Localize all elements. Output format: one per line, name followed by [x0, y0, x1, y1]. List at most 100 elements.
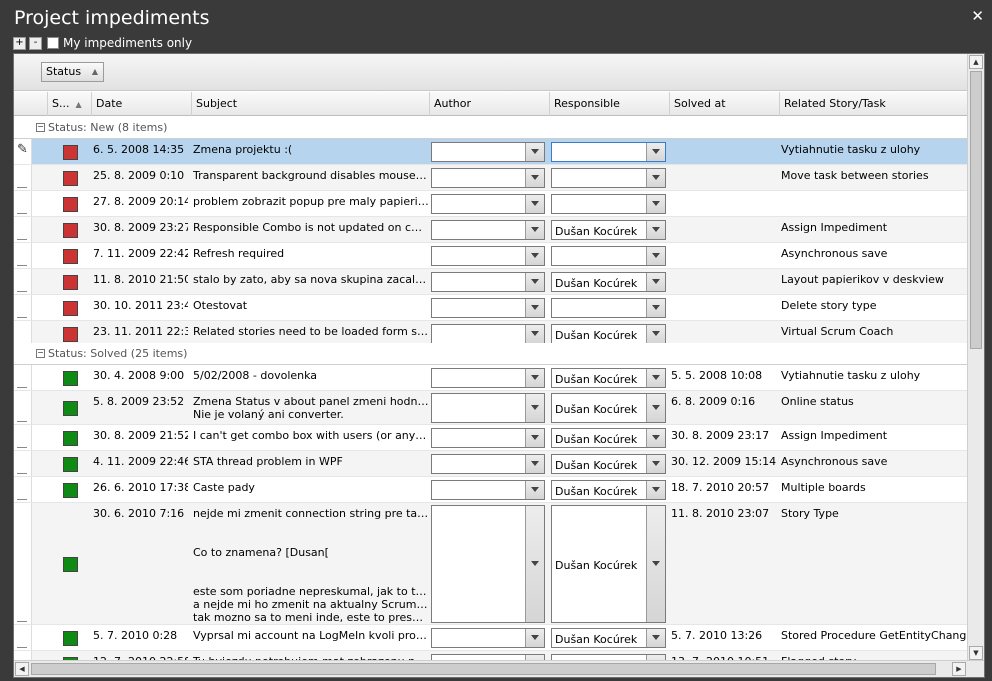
column-header-related-story[interactable]: Related Story/Task: [779, 92, 967, 116]
dropdown-button[interactable]: [525, 247, 544, 265]
row-indicator[interactable]: [14, 391, 32, 424]
related-story-cell[interactable]: Stored Procedure GetEntityChangeLog: [781, 629, 967, 642]
responsible-combo[interactable]: [551, 194, 666, 214]
dropdown-button[interactable]: [525, 629, 544, 647]
responsible-combo[interactable]: Dušan Kocúrek: [551, 220, 666, 240]
close-icon[interactable]: ✕: [971, 9, 984, 24]
author-combo[interactable]: [431, 298, 545, 318]
row-indicator[interactable]: [14, 243, 32, 268]
dropdown-button[interactable]: [525, 506, 544, 622]
horizontal-scrollbar[interactable]: ◀ ▶: [14, 660, 984, 677]
author-combo[interactable]: [431, 628, 545, 648]
dropdown-button[interactable]: [646, 455, 665, 473]
responsible-combo[interactable]: [551, 142, 666, 162]
dropdown-button[interactable]: [525, 143, 544, 161]
author-combo[interactable]: [431, 168, 545, 188]
vertical-scroll-thumb[interactable]: [970, 71, 982, 349]
author-combo[interactable]: [431, 393, 545, 423]
author-combo[interactable]: [431, 454, 545, 474]
responsible-combo[interactable]: Dušan Kocúrek: [551, 393, 666, 423]
responsible-combo[interactable]: Dušan Kocúrek: [551, 505, 666, 623]
related-story-cell[interactable]: Asynchronous save: [781, 455, 967, 468]
dropdown-button[interactable]: [646, 299, 665, 317]
table-row[interactable]: 25. 8. 2009 0:10 Transparent background d…: [14, 165, 967, 191]
dropdown-button[interactable]: [646, 247, 665, 265]
column-header-subject[interactable]: Subject: [191, 92, 429, 116]
table-row[interactable]: 11. 8. 2010 21:50 stalo by zato, aby sa n…: [14, 269, 967, 295]
group-by-status-chip[interactable]: Status ▲: [41, 62, 105, 82]
dropdown-button[interactable]: [646, 221, 665, 239]
author-combo[interactable]: [431, 272, 545, 292]
collapse-group-icon[interactable]: −: [36, 123, 45, 132]
responsible-combo[interactable]: Dušan Kocúrek: [551, 272, 666, 292]
scroll-left-icon[interactable]: ◀: [15, 662, 29, 676]
related-story-cell[interactable]: Vytiahnutie tasku z ulohy: [781, 143, 967, 156]
table-row[interactable]: 5. 7. 2010 0:28 Vyprsal mi account na Log…: [14, 625, 967, 651]
row-indicator[interactable]: [14, 365, 32, 390]
related-story-cell[interactable]: Asynchronous save: [781, 247, 967, 260]
author-combo[interactable]: [431, 480, 545, 500]
dropdown-button[interactable]: [646, 394, 665, 422]
related-story-cell[interactable]: Assign Impediment: [781, 221, 967, 234]
dropdown-button[interactable]: [525, 273, 544, 291]
horizontal-scroll-thumb[interactable]: [31, 663, 936, 675]
dropdown-button[interactable]: [646, 369, 665, 387]
dropdown-button[interactable]: [525, 394, 544, 422]
column-header-author[interactable]: Author: [429, 92, 549, 116]
responsible-combo[interactable]: [551, 246, 666, 266]
dropdown-button[interactable]: [646, 629, 665, 647]
related-story-cell[interactable]: Virtual Scrum Coach: [781, 325, 967, 338]
table-row[interactable]: 7. 11. 2009 22:42 Refresh required Asynchr…: [14, 243, 967, 269]
dropdown-button[interactable]: [525, 455, 544, 473]
row-indicator[interactable]: [14, 295, 32, 320]
responsible-combo[interactable]: Dušan Kocúrek: [551, 324, 666, 344]
row-indicator[interactable]: ✎: [14, 139, 32, 164]
dropdown-button[interactable]: [646, 143, 665, 161]
responsible-combo[interactable]: [551, 298, 666, 318]
dropdown-button[interactable]: [525, 481, 544, 499]
row-indicator[interactable]: [14, 269, 32, 294]
author-combo[interactable]: [431, 194, 545, 214]
table-row[interactable]: 30. 4. 2008 9:00 5/02/2008 - dovolenka Duš…: [14, 365, 967, 391]
table-row[interactable]: 30. 10. 2011 23:48 Otestovat Delete story …: [14, 295, 967, 321]
table-row[interactable]: 30. 8. 2009 21:52 I can't get combo box w…: [14, 425, 967, 451]
related-story-cell[interactable]: Online status: [781, 395, 967, 408]
column-header-date[interactable]: Date: [91, 92, 191, 116]
column-header-solved-at[interactable]: Solved at: [669, 92, 779, 116]
author-combo[interactable]: [431, 142, 545, 162]
row-indicator[interactable]: [14, 191, 32, 216]
author-combo[interactable]: [431, 368, 545, 388]
table-row[interactable]: 26. 6. 2010 17:38 Caste pady Dušan Kocúrek…: [14, 477, 967, 503]
dropdown-button[interactable]: [525, 429, 544, 447]
dropdown-button[interactable]: [525, 221, 544, 239]
dropdown-button[interactable]: [525, 195, 544, 213]
dropdown-button[interactable]: [525, 299, 544, 317]
row-indicator[interactable]: [14, 165, 32, 190]
related-story-cell[interactable]: Layout papierikov v deskview: [781, 273, 967, 286]
related-story-cell[interactable]: Multiple boards: [781, 481, 967, 494]
column-header-status[interactable]: S... ▲: [47, 92, 92, 116]
responsible-combo[interactable]: Dušan Kocúrek: [551, 454, 666, 474]
table-row[interactable]: 4. 11. 2009 22:46 STA thread problem in W…: [14, 451, 967, 477]
dropdown-button[interactable]: [646, 429, 665, 447]
related-story-cell[interactable]: Delete story type: [781, 299, 967, 312]
row-indicator[interactable]: [14, 503, 32, 624]
collapse-all-button[interactable]: -: [29, 37, 42, 50]
author-combo[interactable]: [431, 505, 545, 623]
author-combo[interactable]: [431, 324, 545, 344]
responsible-combo[interactable]: [551, 168, 666, 188]
table-row[interactable]: 30. 8. 2009 23:27 Responsible Combo is no…: [14, 217, 967, 243]
row-indicator[interactable]: [14, 625, 32, 650]
row-indicator[interactable]: [14, 425, 32, 450]
related-story-cell[interactable]: Assign Impediment: [781, 429, 967, 442]
author-combo[interactable]: [431, 220, 545, 240]
author-combo[interactable]: [431, 246, 545, 266]
dropdown-button[interactable]: [525, 369, 544, 387]
group-header[interactable]: − Status: New (8 items): [14, 117, 967, 139]
related-story-cell[interactable]: Vytiahnutie tasku z ulohy: [781, 369, 967, 382]
responsible-combo[interactable]: Dušan Kocúrek: [551, 428, 666, 448]
dropdown-button[interactable]: [646, 481, 665, 499]
row-indicator[interactable]: [14, 451, 32, 476]
dropdown-button[interactable]: [646, 169, 665, 187]
expand-all-button[interactable]: +: [13, 37, 26, 50]
